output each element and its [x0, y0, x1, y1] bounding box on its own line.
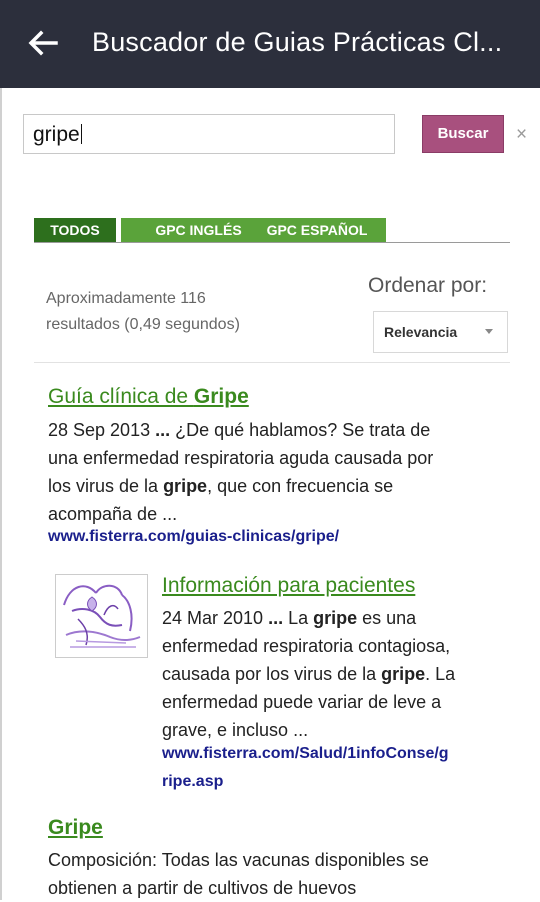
sort-select[interactable]: Relevancia — [373, 311, 508, 353]
results-divider — [34, 362, 510, 363]
sort-select-value: Relevancia — [384, 324, 458, 340]
snippet-text: , que con frecuencia se — [207, 476, 394, 496]
snippet-ellipsis: ... — [155, 420, 171, 440]
snippet-text: 24 Mar 2010 — [162, 608, 269, 628]
snippet-text: causada por los virus de la — [162, 664, 382, 684]
snippet-text: Composición: Todas las vacunas disponibl… — [48, 850, 429, 870]
dropdown-arrow-icon — [485, 329, 493, 334]
result-url[interactable]: www.fisterra.com/Salud/1infoConse/g ripe… — [162, 740, 449, 796]
app-title: Buscador de Guias Prácticas Cl... — [92, 27, 503, 57]
snippet-text: acompaña de ... — [48, 504, 178, 524]
snippet-text: . La — [425, 664, 456, 684]
result-snippet: Composición: Todas las vacunas disponibl… — [48, 846, 518, 902]
tab-gpc-espanol[interactable]: GPC ESPAÑOL — [248, 218, 386, 242]
snippet-text: es una — [357, 608, 417, 628]
tab-todos[interactable]: TODOS — [34, 218, 116, 242]
results-stats-line2: resultados (0,49 segundos) — [46, 316, 240, 333]
result-snippet: 28 Sep 2013 ... ¿De qué hablamos? Se tra… — [48, 416, 518, 528]
snippet-line: 24 Mar 2010 ... La gripe es una — [162, 604, 522, 632]
snippet-line: obtienen a partir de cultivos de huevos — [48, 874, 518, 902]
result-snippet: 24 Mar 2010 ... La gripe es una enfermed… — [162, 604, 522, 744]
snippet-text: 28 Sep 2013 — [48, 420, 156, 440]
snippet-text: grave, e incluso ... — [162, 720, 309, 740]
snippet-line: enfermedad respiratoria contagiosa, — [162, 632, 522, 660]
tabs-underline — [34, 242, 510, 243]
snippet-ellipsis: ... — [268, 608, 284, 628]
result-title-link[interactable]: Gripe — [48, 816, 103, 840]
clear-icon[interactable]: × — [516, 124, 527, 146]
left-edge-divider — [0, 88, 2, 900]
result-title-highlight: Gripe — [193, 385, 249, 408]
snippet-text: ¿De qué hablamos? Se trata de — [170, 420, 431, 440]
snippet-text: una enfermedad respiratoria aguda causad… — [48, 448, 434, 468]
snippet-highlight: gripe — [313, 608, 358, 628]
snippet-text: enfermedad respiratoria contagiosa, — [162, 636, 451, 656]
snippet-line: Composición: Todas las vacunas disponibl… — [48, 846, 518, 874]
snippet-highlight: gripe — [163, 476, 208, 496]
search-input[interactable]: gripe — [23, 114, 395, 154]
result-title-link[interactable]: Guía clínica de Gripe — [48, 385, 249, 409]
result-url-line1: www.fisterra.com/Salud/1infoConse/g — [162, 745, 449, 762]
sketch-illustration-icon — [63, 584, 141, 648]
results-stats: Aproximadamente 116 resultados (0,49 seg… — [46, 286, 306, 338]
back-arrow-icon[interactable] — [26, 26, 60, 60]
patient-illustration-thumbnail[interactable] — [55, 574, 148, 658]
snippet-line: los virus de la gripe, que con frecuenci… — [48, 472, 518, 500]
text-caret — [80, 124, 82, 144]
snippet-text: los virus de la — [48, 476, 164, 496]
snippet-highlight: gripe — [381, 664, 426, 684]
snippet-text: La — [283, 608, 314, 628]
snippet-line: enfermedad puede variar de leve a — [162, 688, 522, 716]
snippet-line: una enfermedad respiratoria aguda causad… — [48, 444, 518, 472]
sort-label: Ordenar por: — [368, 274, 488, 297]
app-bar: Buscador de Guias Prácticas Cl... — [0, 0, 540, 88]
snippet-line: 28 Sep 2013 ... ¿De qué hablamos? Se tra… — [48, 416, 518, 444]
result-title-prefix: Guía clínica de — [48, 385, 194, 408]
search-button[interactable]: Buscar — [422, 115, 504, 153]
snippet-line: causada por los virus de la gripe. La — [162, 660, 522, 688]
result-url[interactable]: www.fisterra.com/guias-clinicas/gripe/ — [48, 523, 339, 551]
results-stats-line1: Aproximadamente 116 — [46, 290, 206, 307]
snippet-text: obtienen a partir de cultivos de huevos — [48, 878, 357, 898]
search-input-value: gripe — [33, 123, 80, 146]
result-url-line2: ripe.asp — [162, 773, 224, 790]
result-title-link[interactable]: Información para pacientes — [162, 574, 415, 598]
snippet-text: enfermedad puede variar de leve a — [162, 692, 442, 712]
